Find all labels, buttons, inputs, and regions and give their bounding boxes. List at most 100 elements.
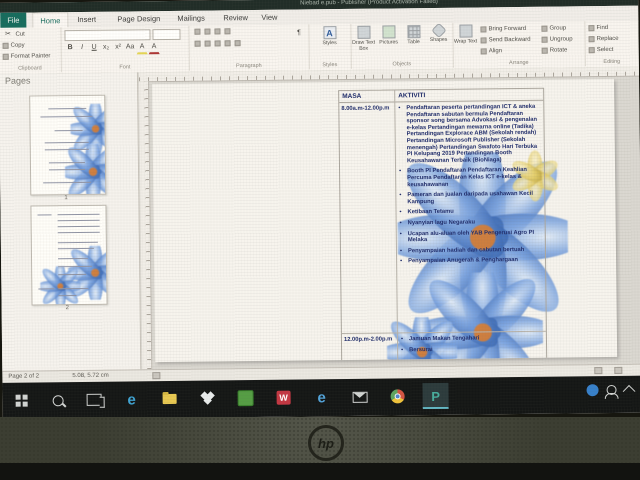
schedule-table[interactable]: MASA AKTIVITI 8.00a.m-12.00p.m Pendaftar… — [338, 88, 547, 362]
clipboard-group-label: Clipboard — [0, 65, 61, 72]
format-painter-icon — [3, 53, 9, 59]
activity-item: Pameran dan jualan daripada usahawan Kec… — [398, 191, 542, 206]
activity-item: Bersurai — [400, 345, 544, 353]
activity-item: Jamuan Makan Tengahari — [400, 335, 544, 343]
activity-item: Pendaftaran peserta pertandingan ICT & a… — [397, 104, 542, 165]
find-button[interactable]: Find — [588, 23, 618, 32]
editing-group: Find Replace Select Editing — [584, 21, 639, 67]
change-case-button[interactable]: Aa — [125, 41, 136, 53]
increase-indent-icon[interactable] — [224, 28, 230, 34]
rotate-button[interactable]: Rotate — [542, 45, 573, 54]
replace-button[interactable]: Replace — [589, 34, 619, 43]
italic-button[interactable]: I — [77, 42, 88, 54]
justify-icon[interactable] — [225, 40, 231, 46]
numbering-icon[interactable] — [204, 29, 210, 35]
taskbar-file-explorer[interactable] — [156, 386, 182, 412]
draw-text-box-button[interactable]: Draw Text Box — [351, 26, 375, 52]
find-icon — [588, 25, 594, 31]
thumb-text-line — [58, 295, 76, 296]
activities-list-2: Jamuan Makan Tengahari Bersurai — [400, 335, 544, 358]
tab-view[interactable]: View — [254, 10, 284, 25]
hp-support-icon[interactable] — [586, 384, 598, 396]
taskbar: e W e P — [2, 376, 640, 420]
styles-icon: A — [323, 26, 336, 39]
start-button[interactable] — [8, 388, 34, 414]
task-view-button[interactable] — [80, 387, 106, 413]
align-objects-button[interactable]: Align — [481, 46, 531, 56]
publisher-icon: P — [431, 389, 440, 402]
object-size-icon — [152, 372, 160, 379]
laptop-bezel: hp — [0, 417, 640, 463]
superscript-button[interactable]: x² — [113, 41, 124, 53]
table-button[interactable]: Table — [401, 25, 425, 46]
editing-group-label: Editing — [585, 59, 639, 66]
taskbar-wps[interactable]: W — [270, 385, 296, 411]
tab-home[interactable]: Home — [32, 12, 68, 28]
zoom-control-icon[interactable] — [614, 367, 622, 374]
paragraph-group-label: Paragraph — [189, 62, 309, 69]
view-mode-icon[interactable] — [594, 367, 602, 374]
font-size-select[interactable] — [152, 29, 180, 40]
bullets-icon[interactable] — [194, 29, 200, 35]
hidden-icons-chevron[interactable] — [623, 385, 636, 398]
align-right-icon[interactable] — [215, 40, 221, 46]
activity-item: Ucapan alu-aluan oleh YAB Pengerusi Agro… — [399, 229, 543, 244]
taskbar-mail[interactable] — [346, 384, 372, 410]
highlight-color-button[interactable]: A — [137, 41, 148, 54]
document-canvas: MASA AKTIVITI 8.00a.m-12.00p.m Pendaftar… — [149, 76, 640, 370]
pictures-button[interactable]: Pictures — [376, 25, 400, 46]
cut-button[interactable]: ✂Cut — [2, 29, 50, 39]
format-painter-button[interactable]: Format Painter — [3, 51, 51, 61]
font-color-button[interactable]: A — [149, 41, 160, 54]
line-spacing-icon[interactable] — [235, 40, 241, 46]
select-icon — [589, 47, 595, 53]
ungroup-button[interactable]: Ungroup — [542, 34, 573, 43]
cursor-position: 5.08, 5.72 cm — [72, 373, 108, 379]
publication-page[interactable]: MASA AKTIVITI 8.00a.m-12.00p.m Pendaftar… — [152, 79, 617, 362]
send-backward-button[interactable]: Send Backward — [481, 35, 531, 45]
decrease-indent-icon[interactable] — [214, 28, 220, 34]
page-thumbnail-1[interactable] — [29, 95, 106, 196]
file-explorer-icon — [163, 394, 177, 404]
activity-item: Nyanyian lagu Negaraku — [399, 219, 543, 227]
tab-page-design[interactable]: Page Design — [110, 11, 167, 27]
taskbar-internet-explorer[interactable]: e — [308, 384, 334, 410]
underline-button[interactable]: U — [89, 42, 100, 54]
bring-forward-button[interactable]: Bring Forward — [480, 24, 530, 34]
subscript-button[interactable]: x₂ — [101, 42, 112, 54]
people-icon[interactable] — [606, 385, 616, 395]
taskbar-search-button[interactable] — [44, 387, 70, 413]
taskbar-publisher[interactable]: P — [422, 383, 448, 409]
select-button[interactable]: Select — [589, 45, 619, 54]
styles-group: A Styles Styles — [308, 24, 352, 69]
font-name-select[interactable] — [64, 29, 150, 41]
page-thumbnail-2[interactable] — [30, 205, 107, 306]
tab-file[interactable]: File — [0, 13, 26, 28]
shapes-button[interactable]: Shapes — [426, 25, 450, 44]
taskbar-chrome[interactable] — [384, 383, 410, 409]
align-center-icon[interactable] — [205, 41, 211, 47]
paragraph-group: ¶ Paragraph — [188, 24, 310, 70]
taskbar-edge[interactable]: e — [118, 386, 144, 412]
pictures-icon — [382, 25, 395, 38]
wrap-text-button[interactable]: Wrap Text — [453, 24, 477, 45]
pages-panel-title: Pages — [5, 76, 31, 86]
bold-button[interactable]: B — [65, 42, 76, 54]
group-button[interactable]: Group — [541, 23, 572, 32]
taskbar-green-app[interactable] — [232, 385, 258, 411]
styles-group-label: Styles — [309, 62, 351, 68]
tab-mailings[interactable]: Mailings — [170, 10, 212, 25]
objects-group-label: Objects — [351, 61, 453, 68]
tab-review[interactable]: Review — [216, 10, 255, 25]
header-masa: MASA — [342, 93, 361, 100]
time-cell-2: 12.00p.m-2.00p.m — [344, 336, 396, 343]
styles-button[interactable]: A Styles — [317, 26, 341, 47]
tab-insert[interactable]: Insert — [70, 12, 103, 27]
align-left-icon[interactable] — [195, 41, 201, 47]
page-indicator[interactable]: Page 2 of 2 — [8, 373, 39, 379]
wrap-text-icon — [459, 25, 472, 38]
show-paragraph-marks-button[interactable]: ¶ — [293, 27, 304, 39]
ungroup-icon — [542, 36, 548, 42]
taskbar-dropbox[interactable] — [194, 385, 220, 411]
copy-button[interactable]: Copy — [3, 40, 51, 50]
